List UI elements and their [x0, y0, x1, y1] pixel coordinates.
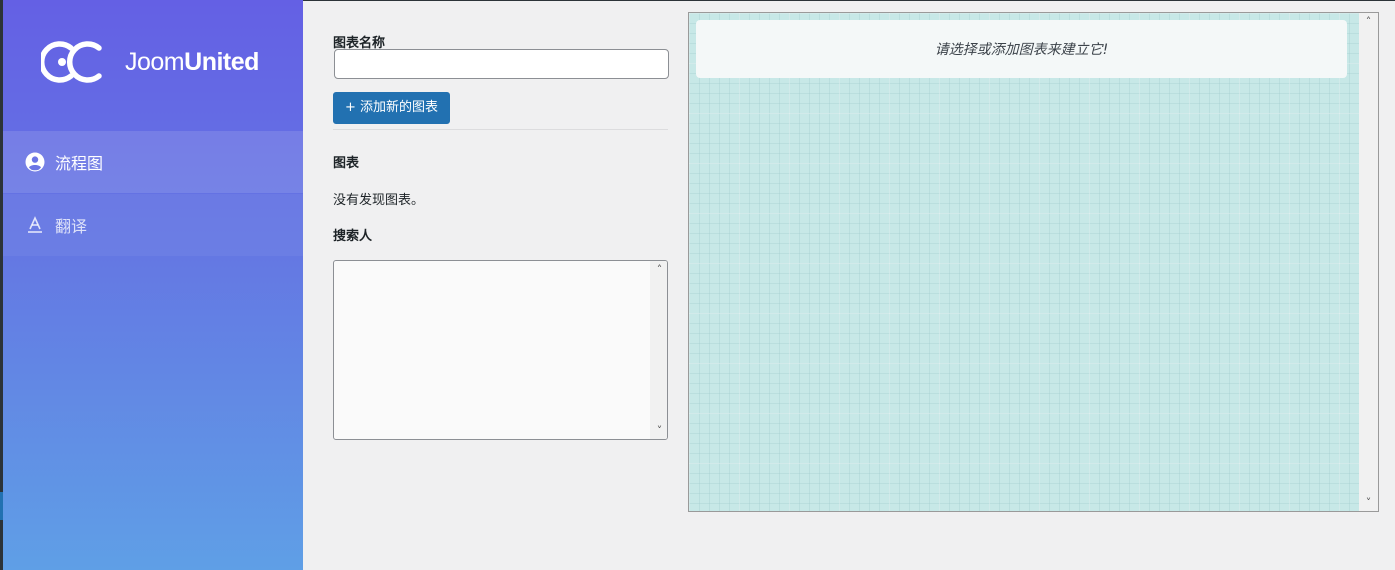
divider	[333, 129, 668, 130]
logo-text-light: Joom	[125, 47, 185, 76]
main-content: 图表名称 + 添加新的图表 图表 没有发现图表。 搜索人 ˄ ˅ 请选择或添加图…	[303, 1, 1395, 570]
searcher-heading: 搜索人	[333, 229, 373, 244]
canvas-scrollbar[interactable]: ˄ ˅	[1359, 13, 1378, 511]
joomunited-logo-icon	[41, 41, 102, 83]
no-charts-message: 没有发现图表。	[333, 193, 425, 208]
chart-canvas[interactable]: 请选择或添加图表来建立它! ˄ ˅	[688, 12, 1379, 512]
sidebar-item-label: 翻译	[55, 217, 88, 236]
logo-text-bold: United	[184, 47, 259, 76]
sidebar-item-label: 流程图	[55, 154, 104, 173]
scroll-down-icon[interactable]: ˅	[1359, 494, 1378, 511]
brand-logo[interactable]: JoomUnited	[41, 36, 281, 88]
sidebar-item-flowchart[interactable]: 流程图	[3, 131, 303, 193]
scroll-down-icon[interactable]: ˅	[651, 422, 667, 439]
user-circle-icon	[25, 152, 45, 172]
scroll-up-icon[interactable]: ˄	[1359, 13, 1378, 30]
empty-canvas-notice: 请选择或添加图表来建立它!	[696, 20, 1347, 78]
searcher-scrollbar[interactable]: ˄ ˅	[650, 261, 667, 439]
sidebar-item-translate[interactable]: 翻译	[3, 194, 303, 256]
translate-icon	[25, 215, 45, 235]
searcher-list[interactable]: ˄ ˅	[333, 260, 668, 440]
charts-heading: 图表	[333, 156, 360, 171]
sidebar: JoomUnited 流程图 翻译	[3, 0, 303, 570]
chart-name-input[interactable]	[334, 49, 669, 79]
add-chart-button[interactable]: + 添加新的图表	[333, 92, 451, 124]
logo-text: JoomUnited	[125, 48, 259, 77]
scroll-up-icon[interactable]: ˄	[651, 261, 667, 278]
